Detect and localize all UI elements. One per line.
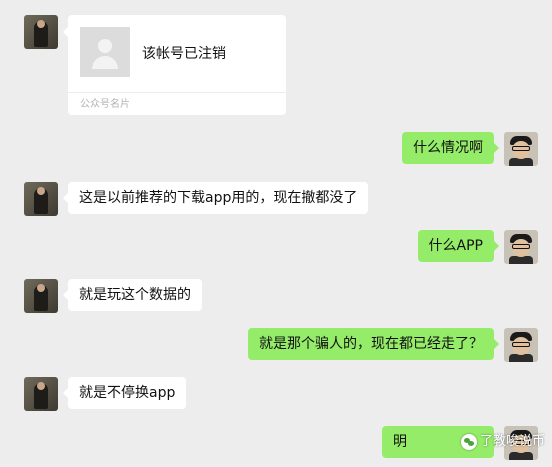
my-avatar[interactable] [504, 132, 538, 166]
my-avatar[interactable] [504, 328, 538, 362]
default-profile-icon [80, 27, 130, 77]
message-bubble-outgoing[interactable]: 什么APP [417, 230, 500, 262]
message-bubble-incoming[interactable]: 这是以前推荐的下载app用的，现在撤都没了 [62, 182, 369, 214]
card-divider [68, 92, 286, 93]
message-bubble-incoming[interactable]: 就是玩这个数据的 [63, 279, 202, 311]
my-avatar[interactable] [504, 230, 538, 264]
message-bubble-outgoing[interactable]: 就是那个骗人的，现在都已经走了？ [248, 328, 499, 360]
card-footer-label: 公众号名片 [80, 99, 130, 110]
official-account-card[interactable]: 该帐号已注销 公众号名片 [63, 15, 286, 115]
contact-avatar[interactable] [24, 15, 58, 49]
wechat-logo-icon [461, 433, 477, 450]
contact-avatar[interactable] [24, 182, 58, 216]
contact-avatar[interactable] [24, 279, 58, 313]
message-bubble-incoming[interactable]: 就是不停换app [62, 377, 187, 409]
watermark-text: 了教唆说币 [480, 434, 546, 449]
message-bubble-outgoing[interactable]: 什么情况啊 [402, 132, 499, 164]
card-title: 该帐号已注销 [142, 46, 226, 62]
watermark: 了教唆说币 [461, 430, 545, 454]
contact-avatar[interactable] [24, 377, 58, 411]
